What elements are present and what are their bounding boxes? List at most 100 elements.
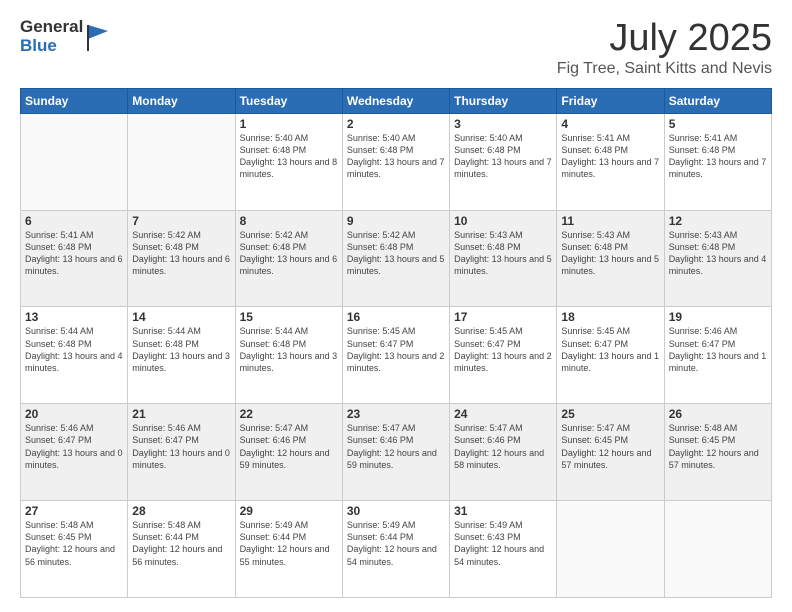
day-number: 31 [454, 504, 552, 518]
day-number: 1 [240, 117, 338, 131]
day-number: 24 [454, 407, 552, 421]
table-row: 1Sunrise: 5:40 AM Sunset: 6:48 PM Daylig… [235, 113, 342, 210]
day-info: Sunrise: 5:43 AM Sunset: 6:48 PM Dayligh… [561, 229, 659, 278]
day-number: 3 [454, 117, 552, 131]
table-row: 20Sunrise: 5:46 AM Sunset: 6:47 PM Dayli… [21, 404, 128, 501]
table-row: 18Sunrise: 5:45 AM Sunset: 6:47 PM Dayli… [557, 307, 664, 404]
logo-general: General [20, 18, 83, 37]
day-number: 6 [25, 214, 123, 228]
table-row: 15Sunrise: 5:44 AM Sunset: 6:48 PM Dayli… [235, 307, 342, 404]
calendar-table: Sunday Monday Tuesday Wednesday Thursday… [20, 88, 772, 598]
day-info: Sunrise: 5:48 AM Sunset: 6:45 PM Dayligh… [25, 519, 123, 568]
table-row: 7Sunrise: 5:42 AM Sunset: 6:48 PM Daylig… [128, 210, 235, 307]
day-info: Sunrise: 5:41 AM Sunset: 6:48 PM Dayligh… [561, 132, 659, 181]
day-number: 13 [25, 310, 123, 324]
table-row: 14Sunrise: 5:44 AM Sunset: 6:48 PM Dayli… [128, 307, 235, 404]
day-info: Sunrise: 5:49 AM Sunset: 6:43 PM Dayligh… [454, 519, 552, 568]
table-row: 12Sunrise: 5:43 AM Sunset: 6:48 PM Dayli… [664, 210, 771, 307]
table-row: 24Sunrise: 5:47 AM Sunset: 6:46 PM Dayli… [450, 404, 557, 501]
day-info: Sunrise: 5:47 AM Sunset: 6:45 PM Dayligh… [561, 422, 659, 471]
day-info: Sunrise: 5:47 AM Sunset: 6:46 PM Dayligh… [454, 422, 552, 471]
title-block: July 2025 Fig Tree, Saint Kitts and Nevi… [557, 18, 772, 78]
day-number: 25 [561, 407, 659, 421]
day-info: Sunrise: 5:40 AM Sunset: 6:48 PM Dayligh… [454, 132, 552, 181]
table-row: 23Sunrise: 5:47 AM Sunset: 6:46 PM Dayli… [342, 404, 449, 501]
table-row: 27Sunrise: 5:48 AM Sunset: 6:45 PM Dayli… [21, 501, 128, 598]
page: General Blue July 2025 Fig Tree, Saint K… [0, 0, 792, 612]
logo-text: General Blue [20, 18, 83, 55]
day-info: Sunrise: 5:45 AM Sunset: 6:47 PM Dayligh… [347, 325, 445, 374]
day-number: 14 [132, 310, 230, 324]
header-saturday: Saturday [664, 88, 771, 113]
day-info: Sunrise: 5:46 AM Sunset: 6:47 PM Dayligh… [132, 422, 230, 471]
day-info: Sunrise: 5:42 AM Sunset: 6:48 PM Dayligh… [132, 229, 230, 278]
table-row: 22Sunrise: 5:47 AM Sunset: 6:46 PM Dayli… [235, 404, 342, 501]
day-number: 17 [454, 310, 552, 324]
day-number: 15 [240, 310, 338, 324]
table-row: 11Sunrise: 5:43 AM Sunset: 6:48 PM Dayli… [557, 210, 664, 307]
day-info: Sunrise: 5:42 AM Sunset: 6:48 PM Dayligh… [240, 229, 338, 278]
day-info: Sunrise: 5:47 AM Sunset: 6:46 PM Dayligh… [347, 422, 445, 471]
day-number: 9 [347, 214, 445, 228]
day-number: 27 [25, 504, 123, 518]
day-info: Sunrise: 5:40 AM Sunset: 6:48 PM Dayligh… [240, 132, 338, 181]
day-number: 16 [347, 310, 445, 324]
header-wednesday: Wednesday [342, 88, 449, 113]
day-number: 26 [669, 407, 767, 421]
day-number: 12 [669, 214, 767, 228]
table-row: 5Sunrise: 5:41 AM Sunset: 6:48 PM Daylig… [664, 113, 771, 210]
day-info: Sunrise: 5:44 AM Sunset: 6:48 PM Dayligh… [240, 325, 338, 374]
table-row: 16Sunrise: 5:45 AM Sunset: 6:47 PM Dayli… [342, 307, 449, 404]
table-row [21, 113, 128, 210]
day-number: 10 [454, 214, 552, 228]
day-number: 28 [132, 504, 230, 518]
day-info: Sunrise: 5:46 AM Sunset: 6:47 PM Dayligh… [25, 422, 123, 471]
day-info: Sunrise: 5:44 AM Sunset: 6:48 PM Dayligh… [25, 325, 123, 374]
calendar-week-row: 13Sunrise: 5:44 AM Sunset: 6:48 PM Dayli… [21, 307, 772, 404]
day-info: Sunrise: 5:48 AM Sunset: 6:45 PM Dayligh… [669, 422, 767, 471]
day-number: 29 [240, 504, 338, 518]
table-row: 19Sunrise: 5:46 AM Sunset: 6:47 PM Dayli… [664, 307, 771, 404]
day-number: 20 [25, 407, 123, 421]
day-info: Sunrise: 5:42 AM Sunset: 6:48 PM Dayligh… [347, 229, 445, 278]
table-row: 8Sunrise: 5:42 AM Sunset: 6:48 PM Daylig… [235, 210, 342, 307]
day-info: Sunrise: 5:41 AM Sunset: 6:48 PM Dayligh… [25, 229, 123, 278]
table-row [557, 501, 664, 598]
day-info: Sunrise: 5:46 AM Sunset: 6:47 PM Dayligh… [669, 325, 767, 374]
table-row [664, 501, 771, 598]
day-info: Sunrise: 5:47 AM Sunset: 6:46 PM Dayligh… [240, 422, 338, 471]
day-number: 23 [347, 407, 445, 421]
day-number: 5 [669, 117, 767, 131]
day-info: Sunrise: 5:40 AM Sunset: 6:48 PM Dayligh… [347, 132, 445, 181]
header-friday: Friday [557, 88, 664, 113]
logo-blue: Blue [20, 37, 83, 56]
day-info: Sunrise: 5:43 AM Sunset: 6:48 PM Dayligh… [454, 229, 552, 278]
header-thursday: Thursday [450, 88, 557, 113]
day-info: Sunrise: 5:45 AM Sunset: 6:47 PM Dayligh… [561, 325, 659, 374]
logo-flag-icon [86, 23, 108, 53]
day-number: 30 [347, 504, 445, 518]
day-info: Sunrise: 5:44 AM Sunset: 6:48 PM Dayligh… [132, 325, 230, 374]
logo: General Blue [20, 18, 108, 55]
day-info: Sunrise: 5:49 AM Sunset: 6:44 PM Dayligh… [347, 519, 445, 568]
day-info: Sunrise: 5:43 AM Sunset: 6:48 PM Dayligh… [669, 229, 767, 278]
table-row: 9Sunrise: 5:42 AM Sunset: 6:48 PM Daylig… [342, 210, 449, 307]
header-tuesday: Tuesday [235, 88, 342, 113]
calendar-week-row: 27Sunrise: 5:48 AM Sunset: 6:45 PM Dayli… [21, 501, 772, 598]
day-info: Sunrise: 5:48 AM Sunset: 6:44 PM Dayligh… [132, 519, 230, 568]
table-row: 13Sunrise: 5:44 AM Sunset: 6:48 PM Dayli… [21, 307, 128, 404]
table-row: 2Sunrise: 5:40 AM Sunset: 6:48 PM Daylig… [342, 113, 449, 210]
calendar-week-row: 20Sunrise: 5:46 AM Sunset: 6:47 PM Dayli… [21, 404, 772, 501]
table-row: 4Sunrise: 5:41 AM Sunset: 6:48 PM Daylig… [557, 113, 664, 210]
header: General Blue July 2025 Fig Tree, Saint K… [20, 18, 772, 78]
day-number: 2 [347, 117, 445, 131]
day-info: Sunrise: 5:41 AM Sunset: 6:48 PM Dayligh… [669, 132, 767, 181]
header-sunday: Sunday [21, 88, 128, 113]
calendar-week-row: 1Sunrise: 5:40 AM Sunset: 6:48 PM Daylig… [21, 113, 772, 210]
header-monday: Monday [128, 88, 235, 113]
day-number: 8 [240, 214, 338, 228]
table-row: 26Sunrise: 5:48 AM Sunset: 6:45 PM Dayli… [664, 404, 771, 501]
day-info: Sunrise: 5:49 AM Sunset: 6:44 PM Dayligh… [240, 519, 338, 568]
location-title: Fig Tree, Saint Kitts and Nevis [557, 60, 772, 78]
table-row: 10Sunrise: 5:43 AM Sunset: 6:48 PM Dayli… [450, 210, 557, 307]
